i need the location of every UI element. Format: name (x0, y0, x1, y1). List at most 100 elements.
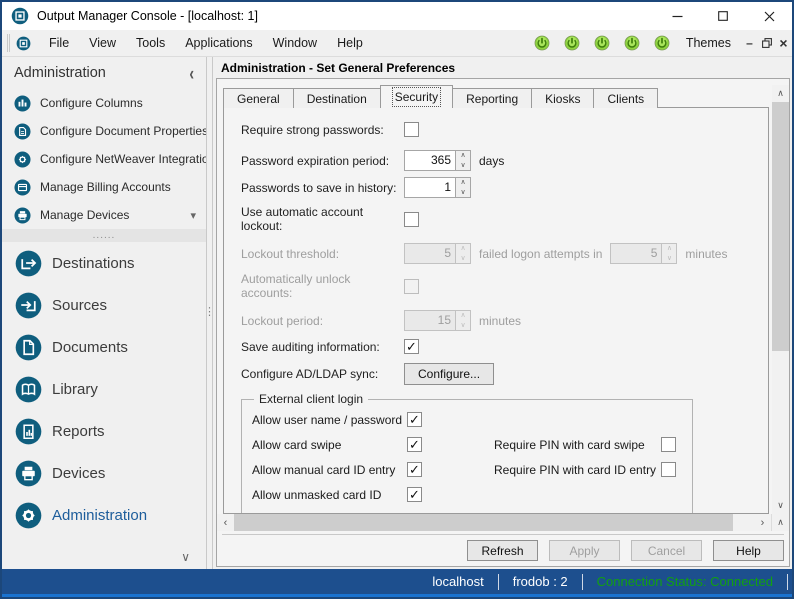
scroll-right-icon[interactable]: › (754, 514, 771, 531)
outer-scroll-up-button[interactable]: ∧ (771, 514, 789, 531)
spin-down-icon[interactable]: ∨ (456, 161, 470, 171)
mdi-restore-button[interactable] (758, 34, 775, 52)
sidebar-item-sources[interactable]: Sources (2, 284, 206, 326)
mdi-minimize-button[interactable]: – (741, 34, 758, 52)
reports-icon (15, 418, 42, 444)
tab-security[interactable]: Security (379, 85, 454, 108)
configure-ad-ldap-button[interactable]: Configure... (404, 363, 495, 385)
sidebar-item-configure-netweaver-integration[interactable]: Configure NetWeaver Integration (2, 145, 215, 173)
lockout-threshold-spinner: 5 ∧ ∨ (404, 243, 471, 264)
sidebar-item-administration[interactable]: Administration (2, 494, 206, 536)
sidebar-section-gripper[interactable]: ...... (2, 229, 206, 242)
sidebar-item-library[interactable]: Library (2, 368, 206, 410)
allow-unmasked-card-id-checkbox[interactable] (407, 487, 422, 502)
status-bar: localhost frodob : 2 Connection Status: … (2, 569, 792, 594)
columns-icon (14, 94, 31, 112)
allow-card-swipe-checkbox[interactable] (407, 437, 422, 452)
menu-file[interactable]: File (39, 30, 79, 56)
tab-reporting[interactable]: Reporting (452, 88, 533, 108)
horizontal-scrollbar[interactable]: ‹ › (217, 514, 771, 531)
mdi-child-icon[interactable] (16, 36, 31, 51)
vertical-scrollbar-thumb[interactable] (772, 102, 789, 351)
minimize-button[interactable] (654, 2, 700, 30)
power-status-icon[interactable] (624, 35, 640, 51)
preferences-panel: General Destination Security Reporting K… (216, 78, 790, 567)
menu-window[interactable]: Window (263, 30, 327, 56)
status-separator (787, 573, 788, 590)
field-label: Require PIN with card swipe (494, 437, 645, 452)
themes-menu[interactable]: Themes (686, 36, 731, 50)
sidebar-splitter[interactable]: ⋮ (204, 57, 215, 569)
cancel-button[interactable]: Cancel (631, 540, 702, 561)
sidebar-section-label: Documents (52, 338, 128, 356)
tab-general[interactable]: General (223, 88, 294, 108)
refresh-button[interactable]: Refresh (467, 540, 538, 561)
power-status-icon[interactable] (534, 35, 550, 51)
close-button[interactable] (746, 2, 792, 30)
passwords-history-spinner[interactable]: 1 ∧ ∨ (404, 177, 471, 198)
tab-kiosks[interactable]: Kiosks (531, 88, 595, 108)
spin-down-icon[interactable]: ∨ (456, 188, 470, 198)
sidebar-item-destinations[interactable]: Destinations (2, 242, 206, 284)
security-tab-page: Require strong passwords: Password expir… (223, 107, 769, 514)
main-pane: Administration - Set General Preferences… (213, 57, 792, 569)
field-label: Allow unmasked card ID (252, 487, 382, 502)
scroll-up-icon[interactable]: ∧ (772, 85, 789, 102)
allow-manual-card-id-checkbox[interactable] (407, 462, 422, 477)
spin-up-icon[interactable]: ∧ (456, 151, 470, 161)
help-button[interactable]: Help (713, 540, 784, 561)
tab-clients[interactable]: Clients (593, 88, 659, 108)
scroll-down-icon[interactable]: ∨ (772, 497, 789, 514)
sidebar-item-configure-columns[interactable]: Configure Columns (2, 89, 206, 117)
page-title: Administration - Set General Preferences (221, 61, 456, 75)
window-bottom-border (2, 594, 792, 597)
spin-up-icon[interactable]: ∧ (456, 178, 470, 188)
power-status-icon[interactable] (564, 35, 580, 51)
require-strong-passwords-checkbox[interactable] (404, 122, 419, 137)
tab-strip: General Destination Security Reporting K… (223, 85, 769, 108)
gear-icon (15, 502, 42, 528)
use-account-lockout-checkbox[interactable] (404, 211, 419, 227)
mdi-close-button[interactable]: × (775, 34, 792, 52)
sidebar-header-title: Administration (14, 65, 106, 81)
lockout-period-spinner: 15 ∧ ∨ (404, 310, 471, 331)
chevron-down-icon[interactable]: ▾ (190, 209, 196, 222)
power-status-icon[interactable] (594, 35, 610, 51)
sidebar-item-documents[interactable]: Documents (2, 326, 206, 368)
require-pin-card-id-checkbox[interactable] (661, 462, 676, 477)
auto-unlock-checkbox (404, 278, 419, 294)
menu-bar: File View Tools Applications Window Help… (2, 30, 792, 57)
maximize-button[interactable] (700, 2, 746, 30)
scroll-left-icon[interactable]: ‹ (217, 514, 234, 531)
sidebar-item-label: Manage Devices (40, 208, 130, 222)
vertical-scrollbar[interactable]: ∧ ∨ (772, 85, 789, 514)
printer-icon (14, 206, 31, 224)
sidebar-section-label: Administration (52, 506, 148, 524)
sidebar-collapse-button[interactable]: ‹ (189, 62, 194, 84)
sidebar-item-manage-devices[interactable]: Manage Devices ▾ (2, 201, 206, 229)
sidebar-item-label: Configure Document Properties (40, 124, 209, 138)
menu-help[interactable]: Help (327, 30, 373, 56)
unit-label: minutes (479, 313, 522, 328)
sidebar-item-manage-billing-accounts[interactable]: Manage Billing Accounts (2, 173, 206, 201)
sidebar-item-devices[interactable]: Devices (2, 452, 206, 494)
menu-applications[interactable]: Applications (175, 30, 262, 56)
require-pin-card-swipe-checkbox[interactable] (661, 437, 676, 452)
save-auditing-checkbox[interactable] (404, 339, 419, 354)
group-title: External client login (254, 392, 369, 406)
sidebar-item-reports[interactable]: Reports (2, 410, 206, 452)
tab-destination[interactable]: Destination (292, 88, 381, 108)
status-user: frodob : 2 (512, 574, 568, 589)
power-status-icon[interactable] (654, 35, 670, 51)
menu-tools[interactable]: Tools (126, 30, 175, 56)
sidebar-item-configure-document-properties[interactable]: Configure Document Properties (2, 117, 209, 145)
title-bar: Output Manager Console - [localhost: 1] (2, 2, 792, 30)
field-label: Save auditing information: (241, 339, 380, 354)
horizontal-scrollbar-thumb[interactable] (234, 514, 734, 531)
password-expiration-spinner[interactable]: 365 ∧ ∨ (404, 150, 471, 171)
allow-username-password-checkbox[interactable] (407, 412, 422, 427)
menu-view[interactable]: View (79, 30, 126, 56)
apply-button[interactable]: Apply (549, 540, 620, 561)
sidebar-expand-button[interactable]: ∨ (2, 545, 206, 569)
toolbar-gripper[interactable] (7, 34, 10, 52)
